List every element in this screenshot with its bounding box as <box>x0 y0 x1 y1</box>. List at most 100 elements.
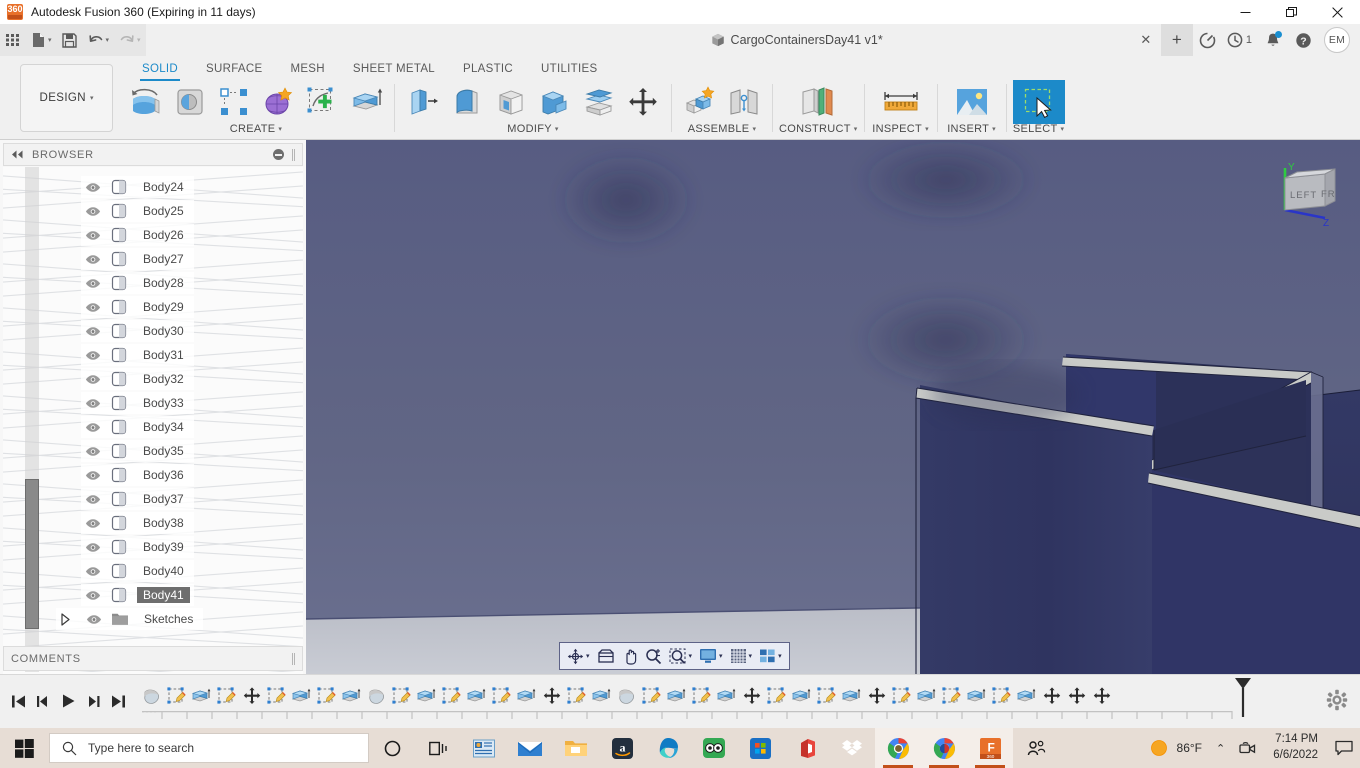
orbit-button[interactable]: ▾ <box>564 644 593 668</box>
tree-item-label[interactable]: Body30 <box>137 323 190 339</box>
timeline-feature[interactable] <box>939 681 964 711</box>
help-button[interactable]: ? <box>1288 24 1318 56</box>
play-button[interactable] <box>56 688 81 714</box>
visibility-eye-icon[interactable] <box>85 326 101 337</box>
timeline-feature[interactable] <box>164 681 189 711</box>
taskbar-app-people[interactable] <box>1013 728 1059 768</box>
tree-item-label[interactable]: Body35 <box>137 443 190 459</box>
timeline-feature[interactable] <box>289 681 314 711</box>
recent-activity-button[interactable]: 1 <box>1223 24 1258 56</box>
camera-privacy-button[interactable] <box>1232 728 1263 768</box>
viewports-button[interactable]: ▾ <box>756 644 785 668</box>
timeline-feature[interactable] <box>839 681 864 711</box>
browser-body-row[interactable]: Body27 <box>43 247 293 271</box>
timeline-feature[interactable] <box>364 681 389 711</box>
press-pull-button[interactable] <box>401 82 445 122</box>
sweep-button[interactable] <box>168 82 212 122</box>
sculpt-button[interactable] <box>256 82 300 122</box>
timeline-feature[interactable] <box>639 681 664 711</box>
taskbar-app-fusion360[interactable]: F 360 <box>967 728 1013 768</box>
timeline-feature[interactable] <box>814 681 839 711</box>
visibility-eye-icon[interactable] <box>85 422 101 433</box>
tree-item-label[interactable]: Body37 <box>137 491 190 507</box>
tab-plastic[interactable]: PLASTIC <box>449 60 527 79</box>
visibility-eye-icon[interactable] <box>85 302 101 313</box>
visibility-eye-icon[interactable] <box>85 350 101 361</box>
timeline-feature[interactable] <box>789 681 814 711</box>
timeline-marker-icon[interactable] <box>1232 676 1254 720</box>
comments-panel-header[interactable]: COMMENTS <box>3 646 303 671</box>
save-button[interactable] <box>57 24 83 56</box>
timeline-feature[interactable] <box>689 681 714 711</box>
timeline-feature[interactable] <box>739 681 764 711</box>
measure-button[interactable] <box>871 82 931 122</box>
timeline-feature[interactable] <box>664 681 689 711</box>
tree-item-label[interactable]: Body24 <box>137 179 190 195</box>
tree-item-label[interactable]: Body28 <box>137 275 190 291</box>
select-window-button[interactable] <box>1012 80 1065 124</box>
tree-item-label[interactable]: Sketches <box>138 611 199 627</box>
inspect-group-label-row[interactable]: INSPECT ▾ <box>872 123 929 135</box>
browser-body-row[interactable]: Body37 <box>43 487 293 511</box>
browser-body-row[interactable]: Body39 <box>43 535 293 559</box>
browser-body-row[interactable]: Body38 <box>43 511 293 535</box>
timeline-feature[interactable] <box>339 681 364 711</box>
visibility-eye-icon[interactable] <box>85 566 101 577</box>
create-group-label-row[interactable]: CREATE ▾ <box>230 123 282 135</box>
timeline-feature[interactable] <box>439 681 464 711</box>
zoom-button[interactable] <box>642 644 665 668</box>
step-forward-button[interactable] <box>81 688 106 714</box>
tree-item-label[interactable]: Body33 <box>137 395 190 411</box>
tree-item-label[interactable]: Body34 <box>137 419 190 435</box>
visibility-eye-icon[interactable] <box>85 590 101 601</box>
tree-item-label[interactable]: Body26 <box>137 227 190 243</box>
browser-body-row[interactable]: Body26 <box>43 223 293 247</box>
timeline-feature[interactable] <box>889 681 914 711</box>
timeline-feature[interactable] <box>139 681 164 711</box>
skip-to-start-button[interactable] <box>6 688 31 714</box>
tree-item-label[interactable]: Body29 <box>137 299 190 315</box>
task-view-button[interactable] <box>415 728 461 768</box>
taskbar-app-chrome-2[interactable] <box>921 728 967 768</box>
browser-scrollbar[interactable] <box>25 167 39 672</box>
taskbar-app-file-explorer[interactable] <box>553 728 599 768</box>
browser-body-row[interactable]: Body29 <box>43 295 293 319</box>
look-at-button[interactable] <box>594 644 618 668</box>
shell-button[interactable] <box>489 82 533 122</box>
timeline-feature[interactable] <box>414 681 439 711</box>
tree-item-label[interactable]: Body39 <box>137 539 190 555</box>
browser-body-row[interactable]: Body36 <box>43 463 293 487</box>
timeline-settings-icon[interactable] <box>1326 689 1348 711</box>
visibility-eye-icon[interactable] <box>85 494 101 505</box>
timeline-feature[interactable] <box>714 681 739 711</box>
timeline-feature[interactable] <box>564 681 589 711</box>
modify-group-label-row[interactable]: MODIFY ▾ <box>507 123 558 135</box>
new-tab-button[interactable]: + <box>1160 24 1193 56</box>
fillet-button[interactable] <box>445 82 489 122</box>
new-component-button[interactable] <box>678 82 722 122</box>
move-copy-button[interactable] <box>621 82 665 122</box>
minimize-panel-icon[interactable] <box>273 149 284 160</box>
tree-item-label[interactable]: Body40 <box>137 563 190 579</box>
tree-item-label[interactable]: Body31 <box>137 347 190 363</box>
create-sketch-button[interactable] <box>300 82 344 122</box>
document-tab[interactable]: CargoContainersDay41 v1* <box>700 24 893 56</box>
notifications-button[interactable] <box>1258 24 1288 56</box>
tree-item-label[interactable]: Body38 <box>137 515 190 531</box>
timeline-feature[interactable] <box>264 681 289 711</box>
taskbar-app-edge[interactable] <box>645 728 691 768</box>
browser-body-row[interactable]: Body34 <box>43 415 293 439</box>
grid-snaps-button[interactable]: ▾ <box>727 644 756 668</box>
tree-item-label[interactable]: Body41 <box>137 587 190 603</box>
taskbar-app-tripadvisor[interactable] <box>691 728 737 768</box>
start-button[interactable] <box>0 728 48 768</box>
timeline-feature[interactable] <box>514 681 539 711</box>
visibility-eye-icon[interactable] <box>85 254 101 265</box>
visibility-eye-icon[interactable] <box>85 182 101 193</box>
tree-item-label[interactable]: Body36 <box>137 467 190 483</box>
timeline-feature[interactable] <box>214 681 239 711</box>
job-status-button[interactable] <box>1193 24 1223 56</box>
timeline-feature[interactable] <box>239 681 264 711</box>
extrude-button[interactable] <box>344 82 388 122</box>
insert-image-button[interactable] <box>944 82 1000 122</box>
